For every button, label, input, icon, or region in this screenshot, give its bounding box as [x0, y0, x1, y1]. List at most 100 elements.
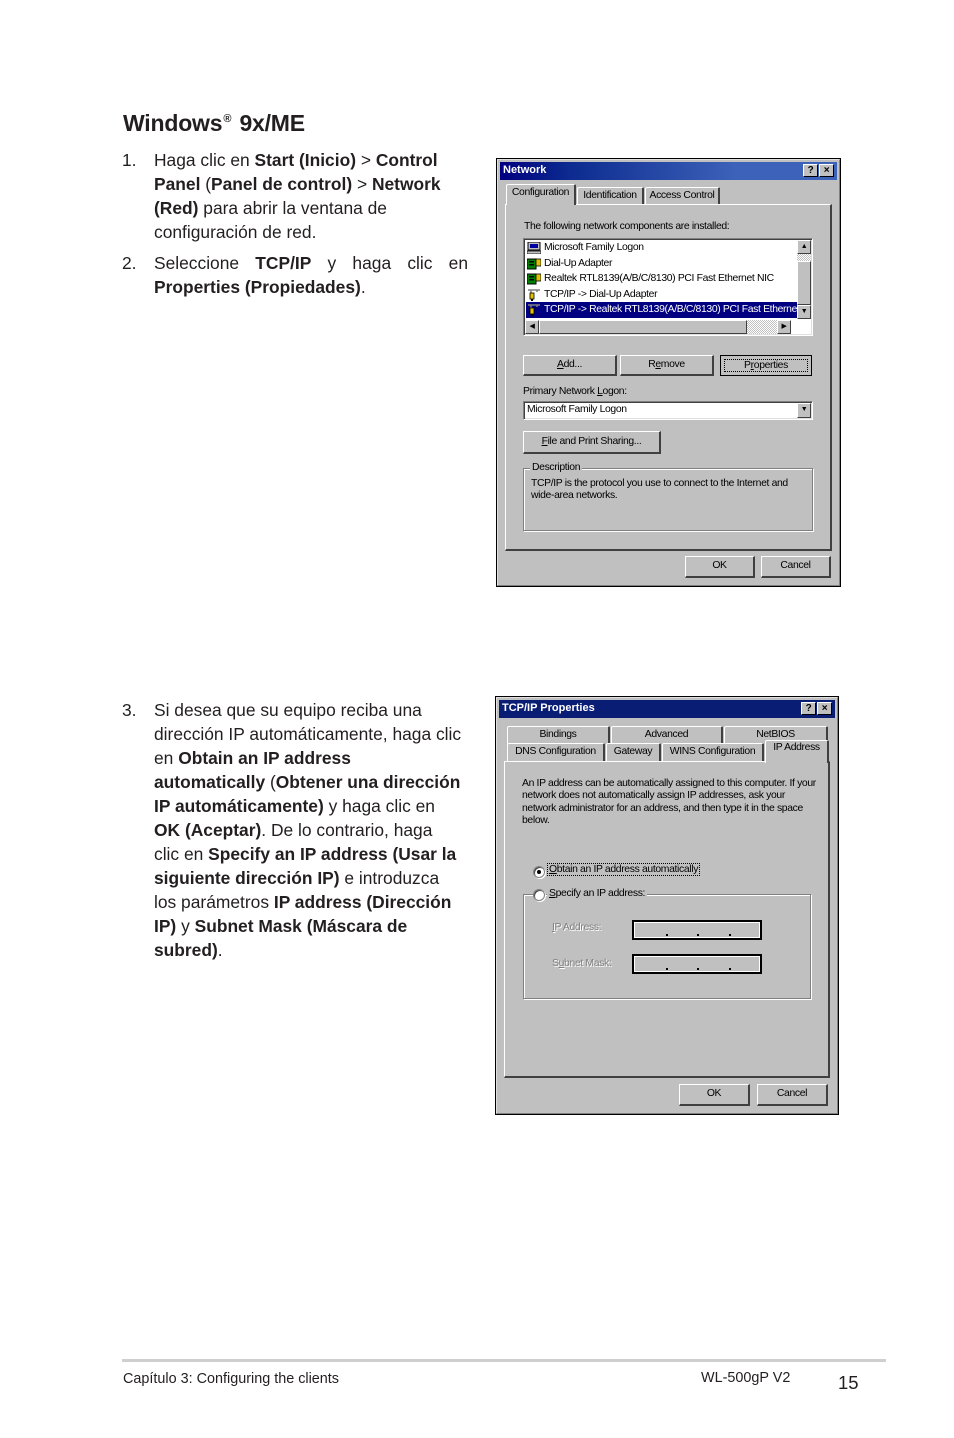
footer-chapter: Capítulo 3: Configuring the clients [123, 1371, 339, 1387]
list-item[interactable]: TCP/IP -> Realtek RTL8139(A/B/C/8130) PC… [526, 302, 797, 318]
horizontal-scroll-thumb[interactable] [539, 320, 747, 334]
specify-ip-radio[interactable] [533, 889, 545, 901]
mask-octet[interactable] [729, 956, 761, 972]
adapter-icon [526, 258, 542, 270]
file-print-sharing-button[interactable]: File and Print Sharing... [523, 431, 661, 454]
properties-button[interactable]: Properties [720, 355, 812, 376]
tab-identification[interactable]: Identification [577, 187, 644, 205]
list-item-label: Realtek RTL8139(A/B/C/8130) PCI Fast Eth… [544, 273, 774, 285]
scroll-right-button[interactable]: ▶ [777, 320, 791, 334]
tab-ip-address[interactable]: IP Address [765, 740, 829, 763]
list-item-label: TCP/IP -> Dial-Up Adapter [544, 288, 658, 300]
ok-button[interactable]: OK [685, 556, 755, 578]
instruction-step-1: 1. Haga clic en Start (Inicio) > Control… [122, 148, 468, 244]
file-print-sharing-label: File and Print Sharing... [541, 436, 642, 447]
step-number: 2. [122, 253, 137, 273]
adapter-icon [526, 273, 542, 285]
scroll-down-button[interactable]: ▼ [797, 305, 811, 319]
registered-mark: ® [223, 113, 232, 125]
close-button[interactable]: × [817, 702, 832, 715]
list-item-label: Microsoft Family Logon [544, 242, 644, 253]
tab-bindings[interactable]: Bindings [507, 726, 610, 744]
footer-divider [122, 1359, 886, 1362]
mask-octet[interactable] [634, 956, 668, 972]
add-label: Add... [556, 359, 583, 370]
dialog-title: Network [503, 164, 547, 176]
bold-term: Start (Inicio) [254, 150, 356, 170]
step-number: 3. [122, 700, 137, 720]
obtain-ip-label[interactable]: Obtain an IP address automatically [547, 863, 701, 876]
tab-advanced[interactable]: Advanced [611, 726, 723, 744]
footer-model: WL-500gP V2 [701, 1370, 791, 1386]
tab-label: Gateway [613, 746, 653, 757]
ip-octet[interactable] [729, 922, 761, 938]
ip-address-field[interactable] [632, 920, 762, 940]
instruction-step-2: 2. Seleccione TCP/IP y haga clic en Prop… [122, 251, 468, 299]
remove-button[interactable]: Remove [620, 355, 714, 376]
obtain-ip-radio[interactable] [533, 866, 545, 878]
scroll-up-button[interactable]: ▲ [797, 240, 811, 254]
scroll-left-button[interactable]: ◀ [525, 320, 539, 334]
tab-configuration[interactable]: Configuration [506, 184, 576, 205]
step-body: Seleccione TCP/IP y haga clic en Propert… [154, 251, 468, 299]
tab-dns-configuration[interactable]: DNS Configuration [507, 743, 605, 761]
list-item[interactable]: Realtek RTL8139(A/B/C/8130) PCI Fast Eth… [526, 271, 796, 287]
ip-octet[interactable] [666, 922, 699, 938]
specify-ip-label[interactable]: Specify an IP address: [547, 888, 648, 899]
dropdown-button[interactable]: ▼ [797, 403, 811, 418]
tab-label: Advanced [644, 729, 689, 740]
step-text: ( [265, 772, 276, 792]
description-text: TCP/IP is the protocol you use to connec… [531, 478, 788, 501]
protocol-icon [527, 289, 541, 301]
mask-octet[interactable] [697, 956, 731, 972]
tab-gateway[interactable]: Gateway [606, 743, 661, 761]
subnet-mask-field[interactable] [632, 954, 762, 974]
horizontal-scroll-track[interactable] [747, 320, 777, 334]
close-button[interactable]: × [819, 164, 834, 177]
tab-wins-configuration[interactable]: WINS Configuration [662, 743, 764, 761]
components-list[interactable]: Microsoft Family Logon Dial-Up Adapter Rea… [523, 238, 813, 336]
subnet-mask-label: Subnet Mask: [552, 958, 612, 969]
mask-octet[interactable] [666, 956, 699, 972]
title-bar[interactable]: Network ? × [500, 162, 837, 180]
tab-label: Access Control [649, 190, 715, 201]
tab-label: Bindings [539, 729, 577, 740]
step-text: > [355, 150, 376, 170]
intro-text: An IP address can be automatically assig… [522, 778, 816, 827]
remove-label: Remove [648, 359, 685, 370]
vertical-scroll-thumb[interactable] [797, 261, 811, 305]
ok-button[interactable]: OK [679, 1084, 750, 1106]
help-button[interactable]: ? [803, 164, 818, 177]
tab-label: Configuration [511, 187, 570, 198]
configuration-panel: The following network components are ins… [505, 204, 832, 551]
list-item-label: Dial-Up Adapter [544, 257, 613, 269]
ip-address-label: IP Address: [552, 922, 602, 933]
components-label: The following network components are ins… [524, 221, 730, 232]
title-bar[interactable]: TCP/IP Properties ? × [499, 700, 835, 718]
description-title: Description [530, 462, 583, 473]
help-button[interactable]: ? [801, 702, 816, 715]
ip-octet[interactable] [634, 922, 668, 938]
step-text: Seleccione [154, 253, 256, 273]
list-item[interactable]: Dial-Up Adapter [526, 256, 796, 272]
network-dialog: Network ? × Configuration Identification… [496, 158, 841, 587]
tab-label: NetBIOS [756, 729, 795, 740]
step-text: ( [200, 174, 212, 194]
help-icon: ? [807, 165, 814, 176]
specify-ip-group: Specify an IP address: IP Address: Subne… [523, 888, 811, 999]
bold-term: Properties (Propiedades) [154, 277, 361, 297]
tab-access-control[interactable]: Access Control [645, 187, 720, 205]
ip-address-panel: An IP address can be automatically assig… [504, 761, 830, 1078]
cancel-button[interactable]: Cancel [761, 556, 831, 578]
list-item[interactable]: TCP/IP -> Dial-Up Adapter [526, 287, 796, 303]
step-text: y haga clic en [311, 253, 468, 273]
heading-text: Windows [123, 110, 223, 136]
cancel-button[interactable]: Cancel [757, 1084, 828, 1106]
ip-octet[interactable] [697, 922, 731, 938]
protocol-icon [527, 304, 541, 317]
instruction-step-3: 3. Si desea que su equipo reciba una dir… [122, 698, 462, 962]
dialog-title: TCP/IP Properties [502, 702, 595, 714]
primary-logon-select[interactable]: Microsoft Family Logon ▼ [523, 401, 813, 420]
add-button[interactable]: Add... [523, 355, 617, 376]
list-item[interactable]: Microsoft Family Logon [526, 240, 796, 256]
